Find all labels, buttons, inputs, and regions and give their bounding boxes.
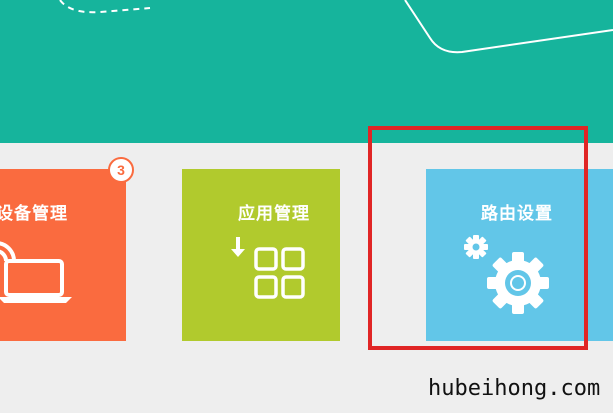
tile-device-management[interactable]: 设备管理	[0, 169, 126, 341]
highlight-annotation-box	[368, 126, 588, 350]
laptop-wifi-icon	[0, 241, 72, 303]
tile-app-management-label: 应用管理	[238, 204, 310, 224]
tile-device-management-label: 设备管理	[0, 204, 68, 224]
watermark-text: hubeihong.com	[428, 376, 601, 401]
header-banner	[0, 0, 613, 143]
notification-badge: 3	[108, 157, 134, 183]
app-grid-download-icon	[231, 237, 305, 299]
banner-decoration	[59, 0, 613, 54]
tile-app-management[interactable]: 应用管理	[182, 169, 340, 341]
